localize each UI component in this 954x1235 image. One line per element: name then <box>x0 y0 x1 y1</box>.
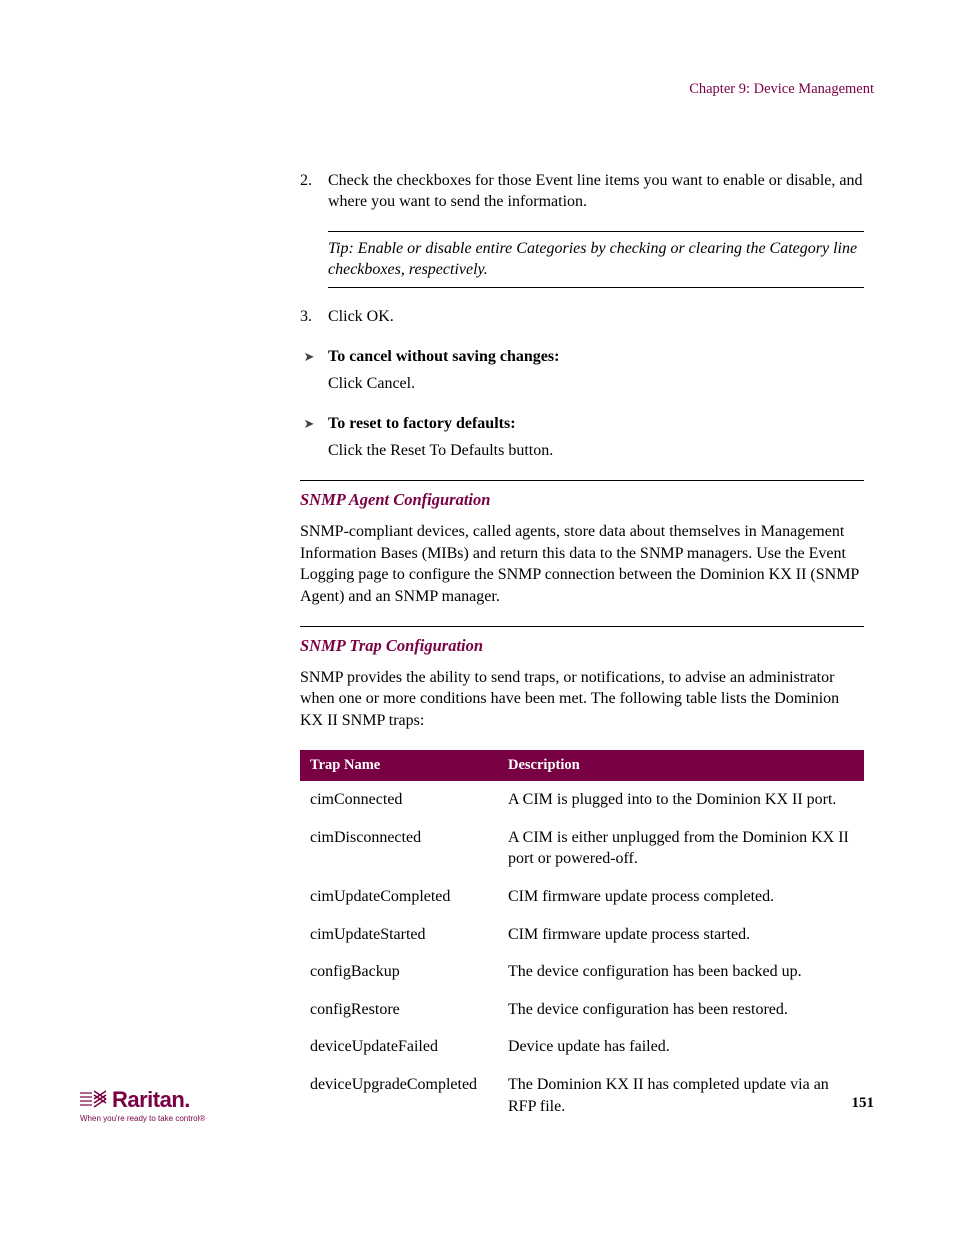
table-row: cimDisconnectedA CIM is either unplugged… <box>300 819 864 878</box>
trap-table: cimConnectedA CIM is plugged into to the… <box>300 781 864 1125</box>
trap-name-cell: configRestore <box>300 999 508 1021</box>
section-heading-trap: SNMP Trap Configuration <box>300 635 864 657</box>
trap-name-cell: deviceUpdateFailed <box>300 1036 508 1058</box>
trap-name-cell: configBackup <box>300 961 508 983</box>
section-divider <box>300 480 864 481</box>
step-3: 3. Click OK. <box>300 306 864 328</box>
step-text: Check the checkboxes for those Event lin… <box>328 170 864 213</box>
heading-label: To cancel without saving changes: <box>328 346 559 368</box>
table-row: configRestoreThe device configuration ha… <box>300 991 864 1029</box>
table-row: deviceUpdateFailedDevice update has fail… <box>300 1028 864 1066</box>
procedure-body: Click Cancel. <box>328 373 864 395</box>
table-header-row: Trap Name Description <box>300 750 864 782</box>
trap-name-cell: cimUpdateStarted <box>300 924 508 946</box>
trap-name-cell: deviceUpgradeCompleted <box>300 1074 508 1117</box>
logo-text: Raritan. <box>112 1085 190 1115</box>
page-number: 151 <box>852 1093 875 1113</box>
trap-desc-cell: The device configuration has been restor… <box>508 999 864 1021</box>
trap-desc-cell: A CIM is plugged into to the Dominion KX… <box>508 789 864 811</box>
body-paragraph: SNMP provides the ability to send traps,… <box>300 667 864 732</box>
page-header: Chapter 9: Device Management <box>80 80 874 100</box>
trap-name-cell: cimConnected <box>300 789 508 811</box>
table-row: configBackupThe device configuration has… <box>300 953 864 991</box>
step-text: Click OK. <box>328 306 864 328</box>
heading-label: To reset to factory defaults: <box>328 413 516 435</box>
arrow-icon: ➤ <box>300 348 318 366</box>
procedure-heading-reset: ➤ To reset to factory defaults: <box>300 413 864 435</box>
procedure-heading-cancel: ➤ To cancel without saving changes: <box>300 346 864 368</box>
arrow-icon: ➤ <box>300 415 318 433</box>
raritan-logo-icon <box>80 1089 108 1109</box>
trap-name-cell: cimDisconnected <box>300 827 508 870</box>
trap-desc-cell: A CIM is either unplugged from the Domin… <box>508 827 864 870</box>
tip-box: Tip: Enable or disable entire Categories… <box>328 231 864 288</box>
trap-desc-cell: The device configuration has been backed… <box>508 961 864 983</box>
trap-desc-cell: CIM firmware update process started. <box>508 924 864 946</box>
step-number: 2. <box>300 170 328 213</box>
section-heading-agent: SNMP Agent Configuration <box>300 489 864 511</box>
logo-tagline: When you're ready to take control® <box>80 1114 205 1125</box>
trap-name-cell: cimUpdateCompleted <box>300 886 508 908</box>
section-divider <box>300 626 864 627</box>
table-row: cimConnectedA CIM is plugged into to the… <box>300 781 864 819</box>
table-header-col2: Description <box>508 756 864 776</box>
table-row: cimUpdateCompletedCIM firmware update pr… <box>300 878 864 916</box>
footer-logo: Raritan. When you're ready to take contr… <box>80 1085 205 1125</box>
step-2: 2. Check the checkboxes for those Event … <box>300 170 864 213</box>
trap-desc-cell: Device update has failed. <box>508 1036 864 1058</box>
trap-desc-cell: The Dominion KX II has completed update … <box>508 1074 864 1117</box>
table-header-col1: Trap Name <box>300 756 508 776</box>
trap-desc-cell: CIM firmware update process completed. <box>508 886 864 908</box>
table-row: deviceUpgradeCompletedThe Dominion KX II… <box>300 1066 864 1125</box>
table-row: cimUpdateStartedCIM firmware update proc… <box>300 916 864 954</box>
main-content: 2. Check the checkboxes for those Event … <box>300 170 864 1126</box>
body-paragraph: SNMP-compliant devices, called agents, s… <box>300 521 864 607</box>
procedure-body: Click the Reset To Defaults button. <box>328 440 864 462</box>
step-number: 3. <box>300 306 328 328</box>
